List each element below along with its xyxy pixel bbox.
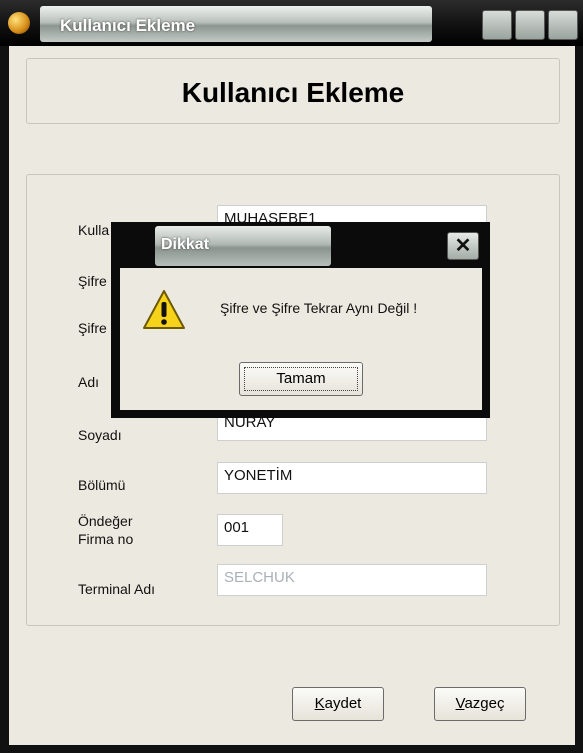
label-soyadi: Soyadı [78, 427, 122, 443]
page-title: Kullanıcı Ekleme [181, 77, 405, 108]
warning-dialog: Dikkat ✕ Şifre ve Şifre Tekrar Aynı Deği… [111, 222, 490, 418]
kaydet-mnemonic: K [314, 695, 325, 712]
maximize-button[interactable] [515, 10, 545, 40]
label-sifre-tekrar: Şifre [78, 320, 107, 336]
header-panel: Kullanıcı Ekleme [26, 58, 560, 124]
label-ondeger: Öndeğer [78, 513, 133, 529]
bolumu-input[interactable]: YONETİM [217, 462, 487, 494]
dialog-title: Dikkat [161, 236, 210, 253]
focus-ring [244, 367, 358, 391]
minimize-button[interactable] [482, 10, 512, 40]
warning-icon [143, 290, 185, 329]
dialog-message: Şifre ve Şifre Tekrar Aynı Değil ! [220, 300, 418, 316]
dialog-close-button[interactable]: ✕ [447, 232, 479, 260]
close-icon: ✕ [454, 235, 472, 257]
label-bolumu: Bölümü [78, 477, 126, 493]
terminal-adi-input: SELCHUK [217, 564, 487, 596]
vazgec-label: azgeç [464, 695, 505, 712]
title-bar[interactable]: Kullanıcı Ekleme [0, 0, 583, 46]
tamam-button[interactable]: Tamam [239, 362, 363, 396]
kaydet-label: aydet [324, 695, 362, 712]
vazgec-button[interactable]: Vazgeç [434, 687, 526, 721]
window-title: Kullanıcı Ekleme [60, 16, 196, 35]
close-button[interactable] [548, 10, 578, 40]
label-kullanici-adi: Kulla [78, 222, 110, 238]
dialog-body: Şifre ve Şifre Tekrar Aynı Değil ! Tamam [120, 268, 482, 410]
firma-no-input[interactable]: 001 [217, 514, 283, 546]
label-sifre: Şifre [78, 273, 107, 289]
label-adi: Adı [78, 374, 100, 390]
label-terminal-adi: Terminal Adı [78, 581, 156, 597]
label-firma-no: Firma no [78, 531, 134, 547]
globe-icon[interactable] [8, 12, 30, 34]
kaydet-button[interactable]: Kaydet [292, 687, 384, 721]
